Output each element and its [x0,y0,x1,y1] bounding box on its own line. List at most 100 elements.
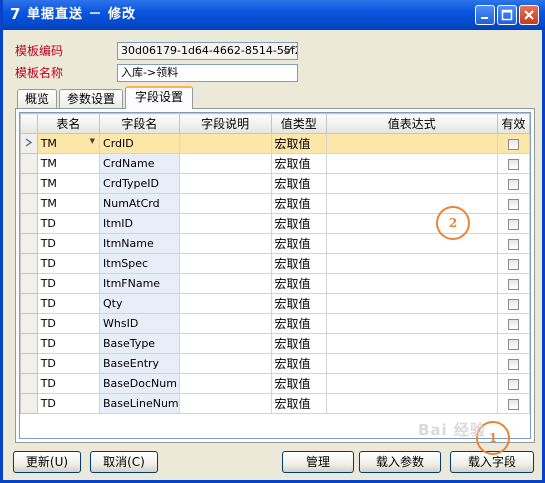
cell-expr[interactable] [325,393,498,414]
cell-table[interactable]: TD [36,213,101,234]
cell-valid[interactable] [496,293,530,314]
cell-field[interactable]: BaseLineNum [99,393,180,414]
cell-valid[interactable] [496,373,530,394]
table-row[interactable]: TM CrdName 宏取值 [20,153,530,174]
table-row[interactable]: TD BaseType 宏取值 [20,333,530,354]
cell-field[interactable]: Qty [99,293,180,314]
cell-type[interactable]: 宏取值 [270,293,327,314]
row-indicator[interactable] [20,293,38,314]
cell-field[interactable]: BaseEntry [99,353,180,374]
row-indicator[interactable] [20,153,38,174]
cell-field[interactable]: CrdName [99,153,180,174]
cell-expr[interactable] [325,373,498,394]
cell-expr[interactable] [325,153,498,174]
cell-expr[interactable] [325,253,498,274]
cell-desc[interactable] [178,373,272,394]
cell-desc[interactable] [178,353,272,374]
template-code-field[interactable]: 30d06179-1d64-4662-8514-55f2 [117,42,298,60]
valid-checkbox[interactable] [507,278,519,290]
cell-type[interactable]: 宏取值 [270,173,327,194]
valid-checkbox[interactable] [507,378,519,390]
cell-table[interactable]: TD [36,353,101,374]
cell-expr[interactable] [325,333,498,354]
cell-valid[interactable] [496,253,530,274]
fields-grid[interactable]: 表名 字段名 字段说明 值类型 值表达式 有效 TM ▼ CrdID 宏取值 TM Crd… [19,112,531,439]
col-header-field[interactable]: 字段名 [99,113,180,134]
cell-type[interactable]: 宏取值 [270,273,327,294]
cell-valid[interactable] [496,193,530,214]
cell-valid[interactable] [496,233,530,254]
tab-params[interactable]: 参数设置 [59,89,123,109]
cell-type[interactable]: 宏取值 [270,353,327,374]
row-indicator[interactable] [20,373,38,394]
cell-expr[interactable] [325,313,498,334]
cell-type[interactable]: 宏取值 [270,393,327,414]
cell-desc[interactable] [178,253,272,274]
valid-checkbox[interactable] [507,338,519,350]
cell-table[interactable]: TD [36,313,101,334]
dropdown-arrow-icon[interactable]: ▼ [90,137,95,145]
cell-table[interactable]: TM [36,153,101,174]
cell-desc[interactable] [178,293,272,314]
cell-desc[interactable] [178,233,272,254]
cell-expr[interactable] [325,133,498,154]
cell-field[interactable]: ItmSpec [99,253,180,274]
cell-type[interactable]: 宏取值 [270,193,327,214]
cell-desc[interactable] [178,313,272,334]
cell-expr[interactable] [325,193,498,214]
col-header-expr[interactable]: 值表达式 [325,113,498,134]
cell-table[interactable]: TM [36,173,101,194]
cell-expr[interactable] [325,273,498,294]
col-header-type[interactable]: 值类型 [270,113,327,134]
cell-desc[interactable] [178,333,272,354]
cell-field[interactable]: CrdTypeID [99,173,180,194]
cell-field[interactable]: CrdID [99,133,180,154]
table-row[interactable]: TD ItmFName 宏取值 [20,273,530,294]
valid-checkbox[interactable] [507,198,519,210]
valid-checkbox[interactable] [507,178,519,190]
cell-valid[interactable] [496,313,530,334]
col-header-table[interactable]: 表名 [36,113,101,134]
cell-expr[interactable] [325,233,498,254]
valid-checkbox[interactable] [507,138,519,150]
cell-field[interactable]: ItmFName [99,273,180,294]
valid-checkbox[interactable] [507,298,519,310]
cell-field[interactable]: ItmID [99,213,180,234]
close-button[interactable] [519,5,539,25]
cell-desc[interactable] [178,133,272,154]
cell-type[interactable]: 宏取值 [270,313,327,334]
cell-field[interactable]: NumAtCrd [99,193,180,214]
cell-table[interactable]: TM [36,193,101,214]
cell-table[interactable]: TD [36,393,101,414]
cell-valid[interactable] [496,153,530,174]
cell-field[interactable]: WhsID [99,313,180,334]
cell-type[interactable]: 宏取值 [270,213,327,234]
cell-valid[interactable] [496,173,530,194]
table-row[interactable]: TD WhsID 宏取值 [20,313,530,334]
cell-valid[interactable] [496,273,530,294]
valid-checkbox[interactable] [507,258,519,270]
row-indicator[interactable] [20,233,38,254]
table-row[interactable]: TD BaseDocNum 宏取值 [20,373,530,394]
cell-desc[interactable] [178,153,272,174]
cell-type[interactable]: 宏取值 [270,253,327,274]
valid-checkbox[interactable] [507,318,519,330]
valid-checkbox[interactable] [507,218,519,230]
cell-table[interactable]: TM ▼ [36,133,101,154]
cell-valid[interactable] [496,393,530,414]
row-indicator[interactable] [20,273,38,294]
cell-type[interactable]: 宏取值 [270,233,327,254]
cell-desc[interactable] [178,193,272,214]
cell-table[interactable]: TD [36,273,101,294]
cell-desc[interactable] [178,213,272,234]
row-indicator[interactable] [20,173,38,194]
cell-expr[interactable] [325,353,498,374]
table-row[interactable]: TD Qty 宏取值 [20,293,530,314]
col-header-valid[interactable]: 有效 [496,113,530,134]
cell-valid[interactable] [496,333,530,354]
cell-valid[interactable] [496,213,530,234]
update-button[interactable]: 更新(U) [13,451,81,473]
maximize-button[interactable] [497,5,517,25]
cell-expr[interactable] [325,293,498,314]
valid-checkbox[interactable] [507,238,519,250]
